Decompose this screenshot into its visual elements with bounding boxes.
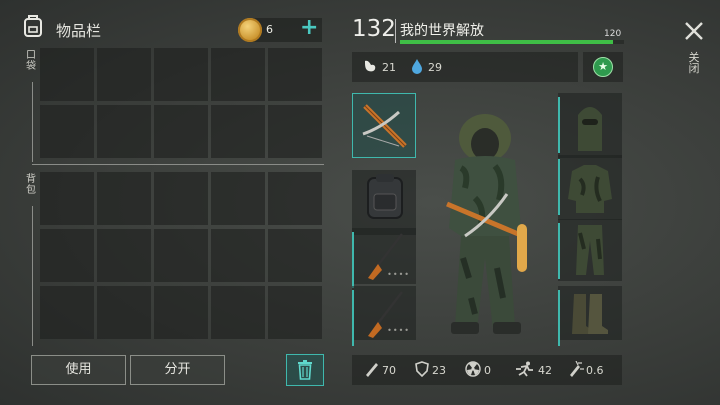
stomach-icon [365, 60, 376, 72]
hunger-value: 21 [382, 61, 396, 74]
noise-value: 0.6 [586, 364, 604, 377]
boots-icon [572, 294, 608, 334]
armor-value: 23 [432, 364, 446, 377]
shield-icon [415, 361, 429, 377]
weapon-slot-primary[interactable] [352, 93, 416, 158]
backpack-divider [32, 206, 33, 346]
crossbow-icon [362, 104, 407, 148]
pocket-slot[interactable] [211, 105, 265, 158]
backpack-slot[interactable] [268, 229, 322, 282]
backpack-slot[interactable] [268, 286, 322, 339]
durability-dots: •••• [387, 270, 410, 279]
backpack-icon [24, 15, 42, 37]
slot-edge-marker [558, 290, 560, 346]
ghillie-pants-icon [576, 225, 604, 275]
pocket-slot[interactable] [40, 105, 94, 158]
backpack-slot[interactable] [154, 286, 208, 339]
star-badge-icon[interactable]: ★ [593, 57, 613, 77]
slot-edge-marker [558, 97, 560, 153]
pocket-slot[interactable] [154, 105, 208, 158]
inventory-title: 物品栏 [56, 22, 102, 40]
pocket-slot[interactable] [268, 48, 322, 101]
thirst-value: 29 [428, 61, 442, 74]
durability-dots: •••• [387, 326, 410, 335]
backpack-label: 背包 [26, 174, 36, 196]
legs-slot[interactable] [558, 219, 622, 281]
coin-count: 6 [266, 23, 273, 36]
slot-edge-marker [352, 232, 354, 288]
backpack-slot[interactable] [97, 172, 151, 225]
balaclava-icon [578, 107, 602, 151]
feet-slot[interactable] [558, 286, 622, 346]
close-icon[interactable] [683, 20, 705, 42]
backpack-slot[interactable] [154, 172, 208, 225]
close-label[interactable]: 关闭 [688, 52, 700, 74]
speed-value: 42 [538, 364, 552, 377]
backpack-slot[interactable] [40, 286, 94, 339]
inventory-screen: 物品栏 6 + 口袋 背包 使用 分开 132 我的世界解放 120 关闭 21… [0, 0, 720, 405]
coin-icon [238, 18, 262, 42]
pocket-slot[interactable] [97, 105, 151, 158]
pocket-divider [32, 82, 33, 162]
backpack-slot[interactable] [40, 172, 94, 225]
running-icon [516, 361, 533, 377]
weapon-slot-tertiary[interactable]: •••• [352, 286, 416, 346]
pocket-label: 口袋 [26, 50, 36, 72]
backpack-slot-equipped[interactable] [352, 170, 416, 235]
noise-icon [570, 361, 584, 377]
player-name: 我的世界解放 [400, 23, 484, 39]
backpack-slot[interactable] [97, 286, 151, 339]
knife-icon [366, 363, 378, 377]
slot-edge-marker [352, 290, 354, 346]
character-model [446, 114, 527, 334]
backpack-slot[interactable] [268, 172, 322, 225]
health-max: 120 [604, 29, 622, 39]
level-separator [395, 19, 396, 43]
backpack-slot[interactable] [211, 229, 265, 282]
water-drop-icon [412, 59, 422, 74]
split-button[interactable]: 分开 [130, 355, 225, 385]
slot-edge-marker [558, 159, 560, 215]
pocket-slot[interactable] [268, 105, 322, 158]
trash-icon [298, 360, 312, 380]
backpack-slot[interactable] [40, 229, 94, 282]
add-coins-button[interactable]: + [300, 16, 318, 40]
backpack-slot[interactable] [97, 229, 151, 282]
trash-button[interactable] [286, 354, 324, 386]
backpack-slot[interactable] [154, 229, 208, 282]
player-level: 132 [352, 16, 396, 42]
backpack-icon [367, 174, 403, 219]
pocket-slot[interactable] [154, 48, 208, 101]
backpack-slot[interactable] [211, 172, 265, 225]
damage-value: 70 [382, 364, 396, 377]
backpack-slot[interactable] [211, 286, 265, 339]
radiation-icon [465, 361, 481, 377]
health-bar-fill [400, 40, 613, 44]
radiation-value: 0 [484, 364, 491, 377]
section-divider [32, 164, 324, 165]
ghillie-jacket-icon [568, 165, 612, 213]
head-slot[interactable] [558, 93, 622, 158]
use-button[interactable]: 使用 [31, 355, 126, 385]
pocket-slot[interactable] [40, 48, 94, 101]
pocket-slot[interactable] [211, 48, 265, 101]
weapon-slot-secondary[interactable]: •••• [352, 228, 416, 288]
torso-slot[interactable] [558, 155, 622, 220]
pocket-slot[interactable] [97, 48, 151, 101]
slot-edge-marker [558, 223, 560, 279]
